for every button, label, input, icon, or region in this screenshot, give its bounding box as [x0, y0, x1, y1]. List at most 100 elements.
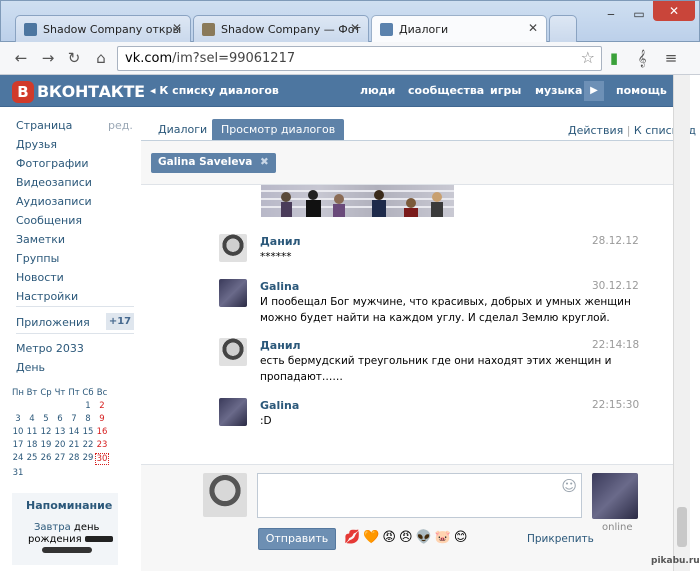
- sidebar-item-page[interactable]: Страница: [16, 119, 72, 132]
- browser-tab-2[interactable]: Shadow Company — Фот ✕: [193, 15, 369, 43]
- address-bar[interactable]: vk.com/im?sel=99061217 ☆: [117, 46, 602, 71]
- nav-help[interactable]: помощь: [616, 84, 667, 97]
- calendar-day[interactable]: 16: [95, 427, 109, 437]
- calendar-day[interactable]: 7: [67, 414, 81, 424]
- bookmark-star-icon[interactable]: ☆: [581, 48, 595, 67]
- nav-communities[interactable]: сообщества: [408, 84, 484, 97]
- calendar-day[interactable]: 12: [39, 427, 53, 437]
- close-icon[interactable]: ✕: [172, 21, 182, 35]
- close-icon[interactable]: ✕: [528, 21, 538, 35]
- calendar-day[interactable]: 25: [25, 453, 39, 465]
- play-icon[interactable]: ▶: [584, 81, 604, 101]
- calendar-day[interactable]: 19: [39, 440, 53, 450]
- actions-link[interactable]: Действия: [568, 124, 623, 137]
- scrollbar-thumb[interactable]: [677, 507, 687, 547]
- forward-arrow-icon[interactable]: →: [37, 47, 59, 69]
- sender-avatar[interactable]: [219, 398, 247, 426]
- emoji-icon[interactable]: 👽: [416, 530, 432, 548]
- signal-extension-icon[interactable]: ▮: [603, 47, 625, 69]
- sidebar-item-friends[interactable]: Друзья: [16, 138, 57, 151]
- calendar-day[interactable]: 31: [11, 468, 25, 478]
- send-button[interactable]: Отправить: [258, 528, 336, 550]
- edit-link[interactable]: ред.: [108, 119, 133, 132]
- sidebar-item-news[interactable]: Новости: [16, 271, 64, 284]
- reminder-link[interactable]: Завтра: [34, 522, 71, 533]
- calendar-day[interactable]: 21: [67, 440, 81, 450]
- sender-avatar[interactable]: [219, 279, 247, 307]
- emoji-icon[interactable]: 💋: [344, 530, 360, 548]
- sidebar-app-metro[interactable]: Метро 2033: [16, 342, 84, 355]
- calendar-day[interactable]: 23: [95, 440, 109, 450]
- sender-name[interactable]: Galina: [260, 399, 299, 412]
- calendar-day[interactable]: 29: [81, 453, 95, 465]
- tab-view-dialogs[interactable]: Просмотр диалогов: [212, 119, 345, 140]
- calendar-day[interactable]: 4: [25, 414, 39, 424]
- sender-name[interactable]: Galina: [260, 280, 299, 293]
- calendar-day[interactable]: 2: [95, 401, 109, 411]
- calendar-day[interactable]: 6: [53, 414, 67, 424]
- sender-name[interactable]: Данил: [260, 339, 301, 352]
- maximize-button[interactable]: ▭: [625, 6, 653, 23]
- emoji-icon[interactable]: 🐷: [435, 530, 451, 548]
- minimize-button[interactable]: ‒: [597, 6, 625, 23]
- shared-photo[interactable]: [261, 185, 454, 217]
- window-close-button[interactable]: ✕: [653, 1, 695, 21]
- sidebar-item-settings[interactable]: Настройки: [16, 290, 78, 303]
- sender-avatar[interactable]: [219, 338, 247, 366]
- sidebar-app-day[interactable]: День: [16, 361, 45, 374]
- calendar-day[interactable]: 1: [81, 401, 95, 411]
- apps-count-badge[interactable]: +17: [106, 313, 134, 330]
- nav-people[interactable]: люди: [360, 84, 395, 97]
- nav-games[interactable]: игры: [490, 84, 521, 97]
- calendar-day[interactable]: 5: [39, 414, 53, 424]
- vk-logo-icon[interactable]: В: [12, 81, 34, 103]
- back-to-dialogs-link[interactable]: ◂ К списку диалогов: [150, 84, 279, 97]
- browser-tab-1[interactable]: Shadow Company откры ✕: [15, 15, 191, 43]
- calendar-day[interactable]: 15: [81, 427, 95, 437]
- nav-music[interactable]: музыка: [535, 84, 582, 97]
- sidebar-item-videos[interactable]: Видеозаписи: [16, 176, 92, 189]
- calendar-day[interactable]: 10: [11, 427, 25, 437]
- calendar-day[interactable]: 27: [53, 453, 67, 465]
- sidebar-item-photos[interactable]: Фотографии: [16, 157, 89, 170]
- page-scrollbar[interactable]: [673, 75, 690, 571]
- tab-dialogs[interactable]: Диалоги: [149, 119, 216, 140]
- calendar-day[interactable]: 22: [81, 440, 95, 450]
- sidebar-item-audio[interactable]: Аудиозаписи: [16, 195, 92, 208]
- calendar-day[interactable]: 26: [39, 453, 53, 465]
- my-avatar[interactable]: [203, 473, 247, 517]
- message-input[interactable]: ☺: [257, 473, 582, 518]
- calendar-day[interactable]: 18: [25, 440, 39, 450]
- new-tab-button[interactable]: [549, 15, 577, 43]
- calendar-day[interactable]: 30: [95, 453, 109, 465]
- calendar-day[interactable]: 3: [11, 414, 25, 424]
- remove-icon[interactable]: ✖: [260, 156, 269, 168]
- reload-icon[interactable]: ↻: [63, 47, 85, 69]
- calendar-day[interactable]: 20: [53, 440, 67, 450]
- calendar-day[interactable]: 17: [11, 440, 25, 450]
- emoji-icon[interactable]: 🧡: [363, 530, 379, 548]
- close-icon[interactable]: ✕: [350, 21, 360, 35]
- home-icon[interactable]: ⌂: [90, 47, 112, 69]
- recipient-avatar[interactable]: [592, 473, 638, 519]
- calendar-day[interactable]: 9: [95, 414, 109, 424]
- emoji-icon[interactable]: 😠: [399, 530, 413, 548]
- emoji-icon[interactable]: 😡: [382, 530, 396, 548]
- attach-link[interactable]: Прикрепить: [527, 533, 594, 545]
- browser-tab-3[interactable]: Диалоги ✕: [371, 15, 547, 43]
- menu-icon[interactable]: ≡: [660, 47, 682, 69]
- sidebar-item-apps[interactable]: Приложения: [16, 316, 90, 329]
- calendar-day[interactable]: 28: [67, 453, 81, 465]
- sender-avatar[interactable]: [219, 234, 247, 262]
- calendar-day[interactable]: 14: [67, 427, 81, 437]
- calendar-day[interactable]: 8: [81, 414, 95, 424]
- sidebar-item-notes[interactable]: Заметки: [16, 233, 65, 246]
- emoji-icon[interactable]: 😊: [454, 530, 468, 548]
- sender-name[interactable]: Данил: [260, 235, 301, 248]
- vk-logo[interactable]: ВКОНТАКТЕ: [37, 82, 145, 101]
- back-arrow-icon[interactable]: ←: [10, 47, 32, 69]
- calendar-day[interactable]: 24: [11, 453, 25, 465]
- calendar-day[interactable]: 13: [53, 427, 67, 437]
- sidebar-item-messages[interactable]: Сообщения: [16, 214, 82, 227]
- calendar-day[interactable]: 11: [25, 427, 39, 437]
